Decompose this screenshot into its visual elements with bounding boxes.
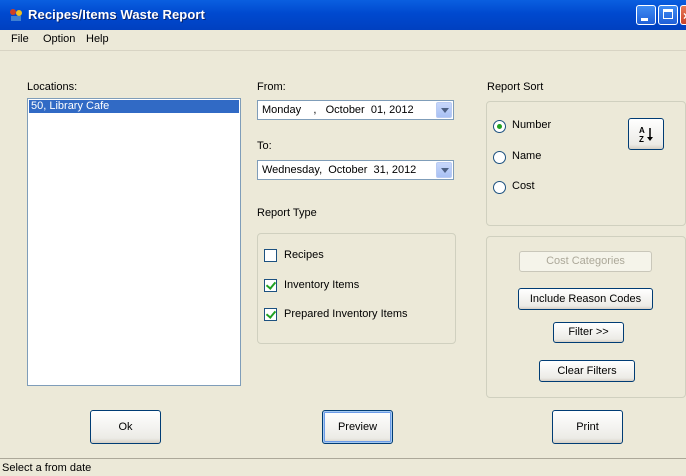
sort-name-label: Name: [512, 150, 542, 162]
status-text: Select a from date: [2, 462, 92, 474]
sort-name-radio[interactable]: [493, 151, 506, 164]
svg-text:Z: Z: [639, 135, 644, 144]
cost-categories-button[interactable]: Cost Categories: [519, 251, 652, 272]
clear-filters-button[interactable]: Clear Filters: [539, 360, 635, 382]
minimize-icon: [641, 18, 648, 21]
to-label: To:: [257, 140, 272, 152]
prepared-inventory-items-checkbox[interactable]: [264, 308, 277, 321]
minimize-button[interactable]: [636, 5, 656, 25]
list-item[interactable]: 50, Library Cafe: [29, 100, 239, 113]
maximize-button[interactable]: [658, 5, 678, 25]
from-date-picker[interactable]: Monday , October 01, 2012: [257, 100, 454, 120]
inventory-items-label: Inventory Items: [284, 279, 360, 291]
chevron-down-icon[interactable]: [436, 102, 452, 118]
sort-order-button[interactable]: A Z: [628, 118, 664, 150]
menu-help[interactable]: Help: [86, 33, 109, 45]
close-button[interactable]: ×: [680, 5, 686, 25]
title-bar: Recipes/Items Waste Report ×: [0, 0, 686, 30]
locations-label: Locations:: [27, 81, 78, 93]
filters-group: Cost Categories Include Reason Codes Fil…: [486, 236, 686, 398]
include-reason-codes-button[interactable]: Include Reason Codes: [518, 288, 653, 310]
print-button[interactable]: Print: [552, 410, 623, 444]
locations-list[interactable]: 50, Library Cafe: [27, 98, 241, 386]
menu-bar: File Option Help: [0, 30, 686, 51]
report-sort-label: Report Sort: [487, 81, 544, 93]
preview-button[interactable]: Preview: [322, 410, 393, 444]
report-type-label: Report Type: [257, 207, 317, 219]
recipes-checkbox[interactable]: [264, 249, 277, 262]
inventory-items-checkbox[interactable]: [264, 279, 277, 292]
prepared-inventory-items-label: Prepared Inventory Items: [284, 308, 408, 320]
sort-cost-radio[interactable]: [493, 181, 506, 194]
to-date-picker[interactable]: Wednesday, October 31, 2012: [257, 160, 454, 180]
menu-option[interactable]: Option: [43, 33, 75, 45]
sort-az-icon: A Z: [639, 126, 653, 144]
report-sort-group: Number Name Cost A Z: [486, 101, 686, 226]
sort-cost-label: Cost: [512, 180, 535, 192]
maximize-icon: [663, 9, 673, 19]
recipes-label: Recipes: [284, 249, 324, 261]
app-icon: [10, 9, 22, 21]
to-date-value: Wednesday, October 31, 2012: [262, 164, 417, 176]
sort-number-label: Number: [512, 119, 552, 131]
window-title: Recipes/Items Waste Report: [28, 7, 205, 22]
ok-button[interactable]: Ok: [90, 410, 161, 444]
from-date-value: Monday , October 01, 2012: [262, 104, 414, 116]
sort-number-radio[interactable]: [493, 120, 506, 133]
svg-text:A: A: [639, 126, 645, 135]
report-type-group: Recipes Inventory Items Prepared Invento…: [257, 233, 456, 344]
menu-file[interactable]: File: [11, 33, 29, 45]
filter-button[interactable]: Filter >>: [553, 322, 624, 343]
from-label: From:: [257, 81, 286, 93]
chevron-down-icon[interactable]: [436, 162, 452, 178]
status-bar: Select a from date: [0, 458, 686, 476]
